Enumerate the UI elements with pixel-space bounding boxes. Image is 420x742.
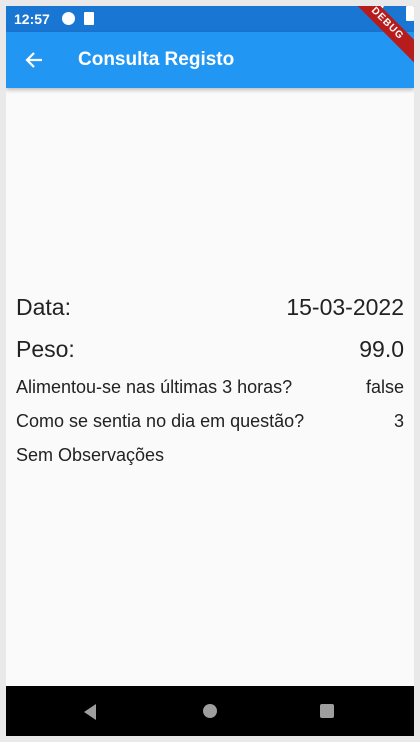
weight-row: Peso: 99.0 [16,328,404,370]
feeling-value: 3 [393,410,404,431]
feeling-row: Como se sentia no dia em questão? 3 [16,404,404,438]
page-title: Consulta Registo [78,49,235,70]
ate-row: Alimentou-se nas últimas 3 horas? false [16,370,404,404]
status-bar: 12:57 [6,6,414,32]
weight-label: Peso: [16,335,75,362]
ate-label: Alimentou-se nas últimas 3 horas? [16,376,293,397]
back-button[interactable] [20,46,48,74]
observations-text: Sem Observações [16,445,165,465]
arrow-back-icon [25,52,42,68]
app-bar: Consulta Registo [6,32,414,88]
date-value: 15-03-2022 [286,293,404,320]
nav-home-icon[interactable] [203,704,217,718]
nav-back-icon[interactable] [84,704,96,720]
battery-icon [406,6,414,21]
nav-recents-icon[interactable] [320,704,334,718]
feeling-label: Como se sentia no dia em questão? [16,410,305,431]
date-label: Data: [16,293,71,320]
status-time: 12:57 [14,11,50,27]
notification-icon [62,12,75,25]
weight-value: 99.0 [359,335,404,362]
record-details: Data: 15-03-2022 Peso: 99.0 Alimentou-se… [16,286,404,472]
date-row: Data: 15-03-2022 [16,286,404,328]
system-nav-bar [6,686,414,736]
ate-value: false [365,376,404,397]
sd-card-icon [84,12,94,25]
device-screen: 12:57 Consulta Registo DEBUG Data: 15-03… [6,6,414,736]
